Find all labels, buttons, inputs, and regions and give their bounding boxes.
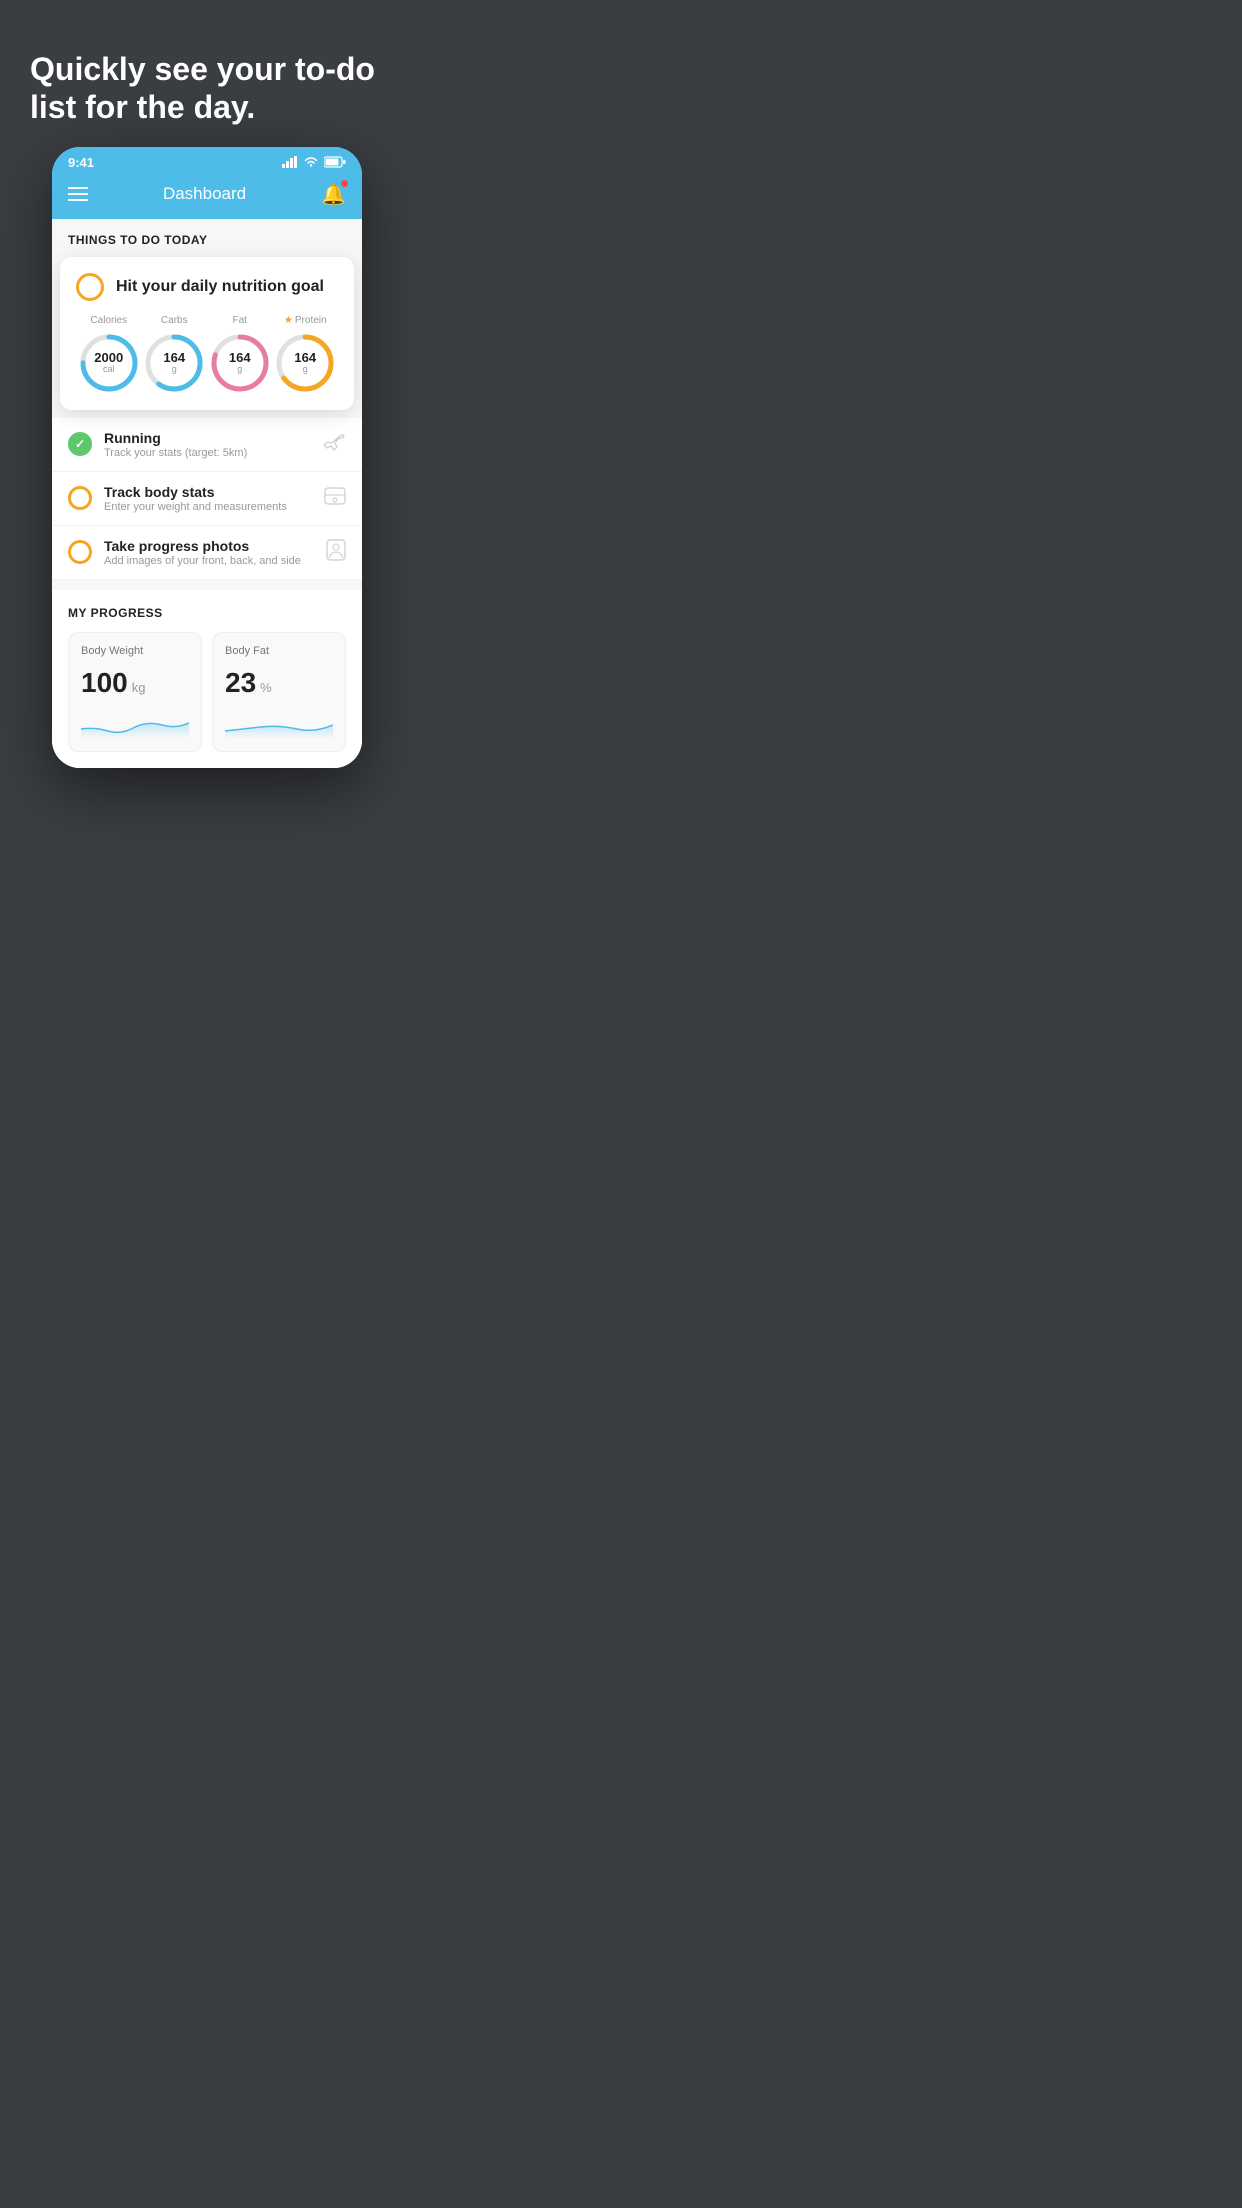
weight-unit: kg <box>132 680 146 695</box>
todo-circle-body-stats <box>68 486 92 510</box>
todo-circle-photos <box>68 540 92 564</box>
todo-sub-body-stats: Enter your weight and measurements <box>104 501 312 513</box>
nav-bar: Dashboard 🔔 <box>52 174 362 219</box>
card-header: Hit your daily nutrition goal <box>76 273 338 301</box>
calories-label: Calories <box>90 315 127 326</box>
todo-item-running[interactable]: Running Track your stats (target: 5km) <box>52 418 362 472</box>
nutrition-row: Calories 2000 cal Carbs <box>76 315 338 394</box>
card-status-circle <box>76 273 104 301</box>
battery-icon <box>324 156 346 168</box>
running-icon <box>322 433 346 456</box>
fat-value: 164 <box>229 351 251 365</box>
protein-star-icon: ★ <box>284 315 293 326</box>
todo-text-body-stats: Track body stats Enter your weight and m… <box>104 484 312 513</box>
notification-bell[interactable]: 🔔 <box>321 182 346 207</box>
carbs-label: Carbs <box>161 315 188 326</box>
weight-chart <box>81 709 189 739</box>
hero-section: Quickly see your to-do list for the day. <box>0 0 414 147</box>
fat-label: Fat <box>233 315 247 326</box>
phone-mockup: 9:41 Dashboard <box>52 147 362 768</box>
status-time: 9:41 <box>68 155 94 170</box>
status-icons <box>282 156 346 168</box>
fat-unit: % <box>260 680 272 695</box>
progress-card-fat[interactable]: Body Fat 23 % <box>212 632 346 752</box>
fat-chart <box>225 709 333 739</box>
fat-ring: 164 g <box>209 332 271 394</box>
nutrition-carbs: Carbs 164 g <box>143 315 205 394</box>
protein-ring: 164 g <box>274 332 336 394</box>
calories-ring: 2000 cal <box>78 332 140 394</box>
protein-value: 164 <box>294 351 316 365</box>
todo-text-photos: Take progress photos Add images of your … <box>104 538 314 567</box>
progress-cards: Body Weight 100 kg <box>68 632 346 752</box>
nutrition-protein: ★ Protein 164 g <box>274 315 336 394</box>
fat-value-row: 23 % <box>225 667 333 699</box>
todo-list: Running Track your stats (target: 5km) T… <box>52 418 362 580</box>
wifi-icon <box>303 156 319 168</box>
todo-circle-running <box>68 432 92 456</box>
scale-icon <box>324 487 346 510</box>
fat-card-title: Body Fat <box>225 645 333 657</box>
progress-card-weight[interactable]: Body Weight 100 kg <box>68 632 202 752</box>
progress-section: MY PROGRESS Body Weight 100 kg <box>52 590 362 768</box>
todo-title-body-stats: Track body stats <box>104 484 312 500</box>
todo-text-running: Running Track your stats (target: 5km) <box>104 430 310 459</box>
weight-card-title: Body Weight <box>81 645 189 657</box>
weight-value: 100 <box>81 667 128 699</box>
progress-section-title: MY PROGRESS <box>68 606 346 620</box>
carbs-ring: 164 g <box>143 332 205 394</box>
content-area: THINGS TO DO TODAY Hit your daily nutrit… <box>52 219 362 768</box>
section-title-today: THINGS TO DO TODAY <box>52 233 362 257</box>
hamburger-menu[interactable] <box>68 187 88 201</box>
carbs-unit: g <box>163 365 185 375</box>
weight-value-row: 100 kg <box>81 667 189 699</box>
carbs-value: 164 <box>163 351 185 365</box>
fat-unit: g <box>229 365 251 375</box>
person-icon <box>326 539 346 566</box>
todo-item-body-stats[interactable]: Track body stats Enter your weight and m… <box>52 472 362 526</box>
notification-dot <box>341 180 348 187</box>
status-bar: 9:41 <box>52 147 362 174</box>
todo-sub-running: Track your stats (target: 5km) <box>104 447 310 459</box>
nutrition-card[interactable]: Hit your daily nutrition goal Calories 2… <box>60 257 354 410</box>
nav-title: Dashboard <box>163 184 246 204</box>
nutrition-fat: Fat 164 g <box>209 315 271 394</box>
calories-unit: cal <box>94 365 123 375</box>
todo-item-photos[interactable]: Take progress photos Add images of your … <box>52 526 362 580</box>
hero-title: Quickly see your to-do list for the day. <box>30 50 384 127</box>
todo-title-photos: Take progress photos <box>104 538 314 554</box>
signal-icon <box>282 156 298 168</box>
todo-title-running: Running <box>104 430 310 446</box>
calories-value: 2000 <box>94 351 123 365</box>
nutrition-calories: Calories 2000 cal <box>78 315 140 394</box>
protein-label: ★ Protein <box>284 315 327 326</box>
protein-unit: g <box>294 365 316 375</box>
fat-value: 23 <box>225 667 256 699</box>
todo-sub-photos: Add images of your front, back, and side <box>104 555 314 567</box>
card-title: Hit your daily nutrition goal <box>116 278 324 296</box>
